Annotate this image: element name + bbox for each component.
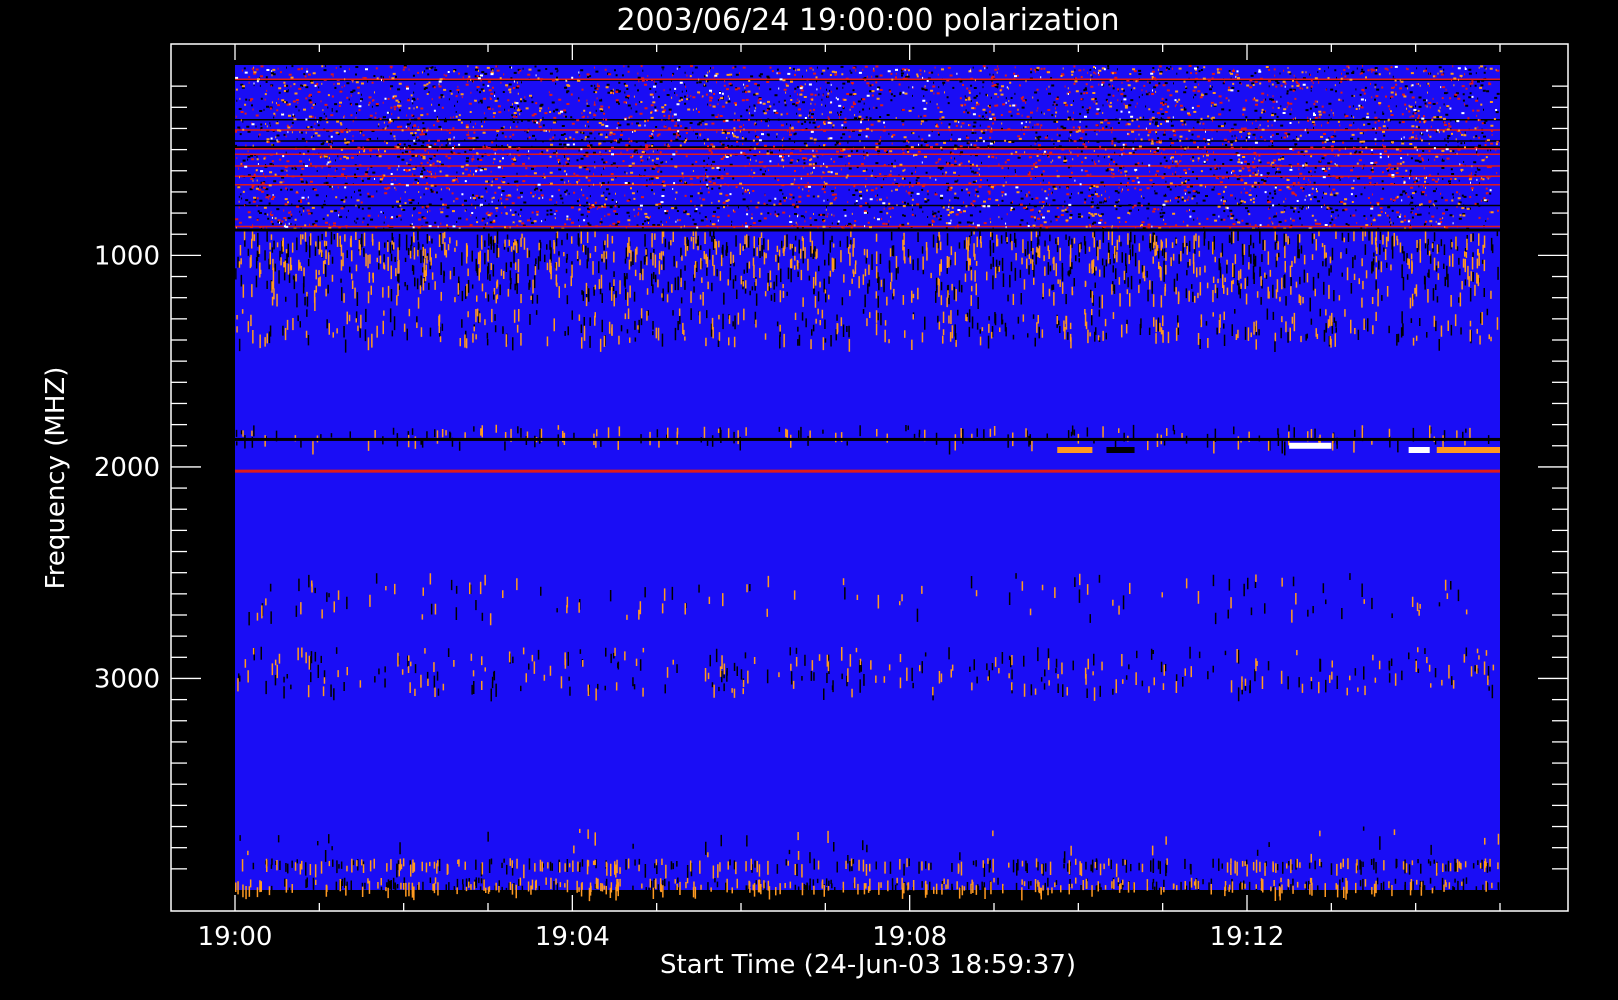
heatmap-field [235, 65, 1500, 890]
freq-line [235, 228, 1500, 232]
chart-title: 2003/06/24 19:00:00 polarization [616, 3, 1119, 38]
spectrogram-chart: 2003/06/24 19:00:00 polarization 19:00 19… [0, 0, 1618, 1000]
x-axis-label: Start Time (24-Jun-03 18:59:37) [660, 950, 1076, 980]
y-tick-label: 1000 [94, 241, 160, 271]
x-tick-label: 19:04 [535, 922, 610, 952]
burst [1436, 447, 1500, 453]
x-tick-label: 19:08 [872, 922, 947, 952]
y-axis-label: Frequency (MHZ) [41, 367, 71, 590]
y-tick-label: 2000 [94, 453, 160, 483]
heatmap-area [235, 65, 1500, 902]
x-tick-label: 19:00 [198, 922, 273, 952]
x-tick-label: 19:12 [1210, 922, 1285, 952]
y-tick-label: 3000 [94, 664, 160, 694]
burst [1057, 447, 1093, 453]
burst [1408, 447, 1430, 453]
burst [1289, 442, 1332, 449]
freq-line [235, 437, 1500, 441]
freq-line [235, 469, 1500, 473]
burst [1106, 447, 1135, 453]
